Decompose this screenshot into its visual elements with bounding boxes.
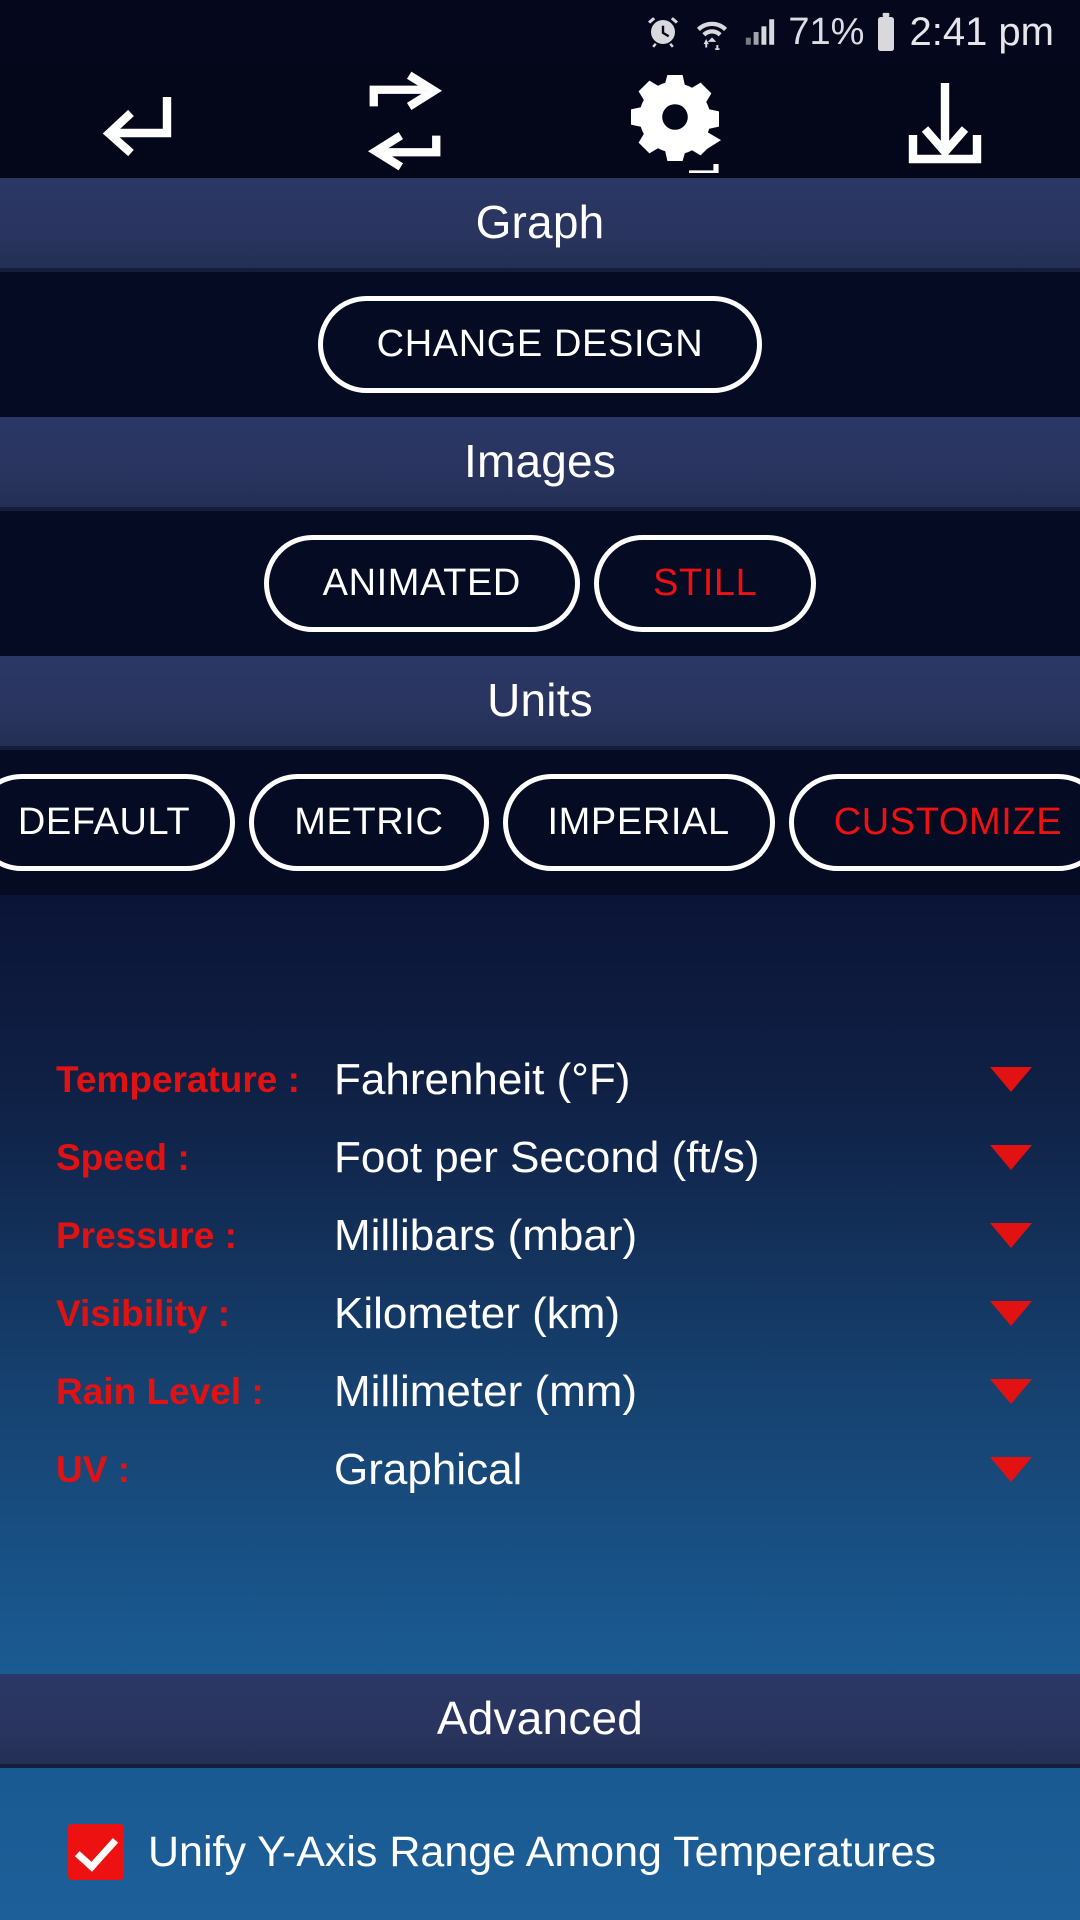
unit-row-speed[interactable]: Speed : Foot per Second (ft/s) <box>0 1119 1080 1197</box>
settings-button[interactable] <box>540 64 810 178</box>
advanced-area: Unify Y-Axis Range Among Temperatures <box>0 1768 1080 1920</box>
unit-row-temperature[interactable]: Temperature : Fahrenheit (°F) <box>0 1041 1080 1119</box>
section-header-graph: Graph <box>0 178 1080 272</box>
alarm-icon <box>645 14 681 50</box>
chevron-down-icon[interactable] <box>990 1457 1032 1482</box>
unit-value-visibility: Kilometer (km) <box>334 1288 621 1338</box>
wifi-icon <box>692 14 732 50</box>
images-options-row: ANIMATED STILL <box>0 511 1080 656</box>
settings-swap-icon <box>623 69 727 173</box>
back-button[interactable] <box>0 64 270 178</box>
signal-icon <box>743 15 777 49</box>
download-button[interactable] <box>810 64 1080 178</box>
section-header-advanced: Advanced <box>0 1674 1080 1768</box>
unit-value-speed: Foot per Second (ft/s) <box>334 1132 760 1182</box>
unify-y-axis-checkbox[interactable] <box>68 1824 124 1880</box>
unit-label-uv: UV : <box>56 1448 130 1490</box>
battery-icon <box>875 12 897 52</box>
change-design-button[interactable]: CHANGE DESIGN <box>317 296 763 393</box>
unit-label-visibility: Visibility : <box>56 1292 231 1334</box>
unit-row-uv[interactable]: UV : Graphical <box>0 1431 1080 1509</box>
app-screen: 71% 2:41 pm Graph CHANGE DESIGN Images A… <box>0 0 1080 1920</box>
unit-value-uv: Graphical <box>334 1444 523 1494</box>
chevron-down-icon[interactable] <box>990 1067 1032 1092</box>
unit-label-rain-level: Rain Level : <box>56 1370 264 1412</box>
units-option-default[interactable]: DEFAULT <box>0 774 236 871</box>
unit-value-temperature: Fahrenheit (°F) <box>334 1054 631 1104</box>
app-toolbar <box>0 64 1080 178</box>
graph-actions-row: CHANGE DESIGN <box>0 272 1080 417</box>
unit-row-visibility[interactable]: Visibility : Kilometer (km) <box>0 1275 1080 1353</box>
swap-icon <box>355 71 455 171</box>
back-icon <box>87 73 183 169</box>
unit-row-pressure[interactable]: Pressure : Millibars (mbar) <box>0 1197 1080 1275</box>
units-list: Temperature : Fahrenheit (°F) Speed : Fo… <box>0 895 1080 1674</box>
unit-value-pressure: Millibars (mbar) <box>334 1210 638 1260</box>
images-option-animated[interactable]: ANIMATED <box>263 535 580 632</box>
unit-value-rain-level: Millimeter (mm) <box>334 1366 638 1416</box>
swap-button[interactable] <box>270 64 540 178</box>
images-option-still[interactable]: STILL <box>593 535 817 632</box>
units-option-imperial[interactable]: IMPERIAL <box>502 774 775 871</box>
units-option-customize[interactable]: CUSTOMIZE <box>788 774 1080 871</box>
chevron-down-icon[interactable] <box>990 1301 1032 1326</box>
chevron-down-icon[interactable] <box>990 1145 1032 1170</box>
unify-y-axis-row[interactable]: Unify Y-Axis Range Among Temperatures <box>0 1824 1080 1880</box>
unit-label-temperature: Temperature : <box>56 1058 300 1100</box>
unit-label-speed: Speed : <box>56 1136 190 1178</box>
download-icon <box>897 73 993 169</box>
chevron-down-icon[interactable] <box>990 1379 1032 1404</box>
units-options-row: DEFAULT METRIC IMPERIAL CUSTOMIZE <box>0 750 1080 895</box>
battery-percent-label: 71% <box>788 11 865 53</box>
units-option-metric[interactable]: METRIC <box>249 774 489 871</box>
clock-label: 2:41 pm <box>909 10 1054 54</box>
unify-y-axis-label: Unify Y-Axis Range Among Temperatures <box>148 1827 936 1876</box>
section-header-images: Images <box>0 417 1080 511</box>
unit-label-pressure: Pressure : <box>56 1214 237 1256</box>
status-bar: 71% 2:41 pm <box>0 0 1080 64</box>
section-header-units: Units <box>0 656 1080 750</box>
unit-row-rain-level[interactable]: Rain Level : Millimeter (mm) <box>0 1353 1080 1431</box>
chevron-down-icon[interactable] <box>990 1223 1032 1248</box>
